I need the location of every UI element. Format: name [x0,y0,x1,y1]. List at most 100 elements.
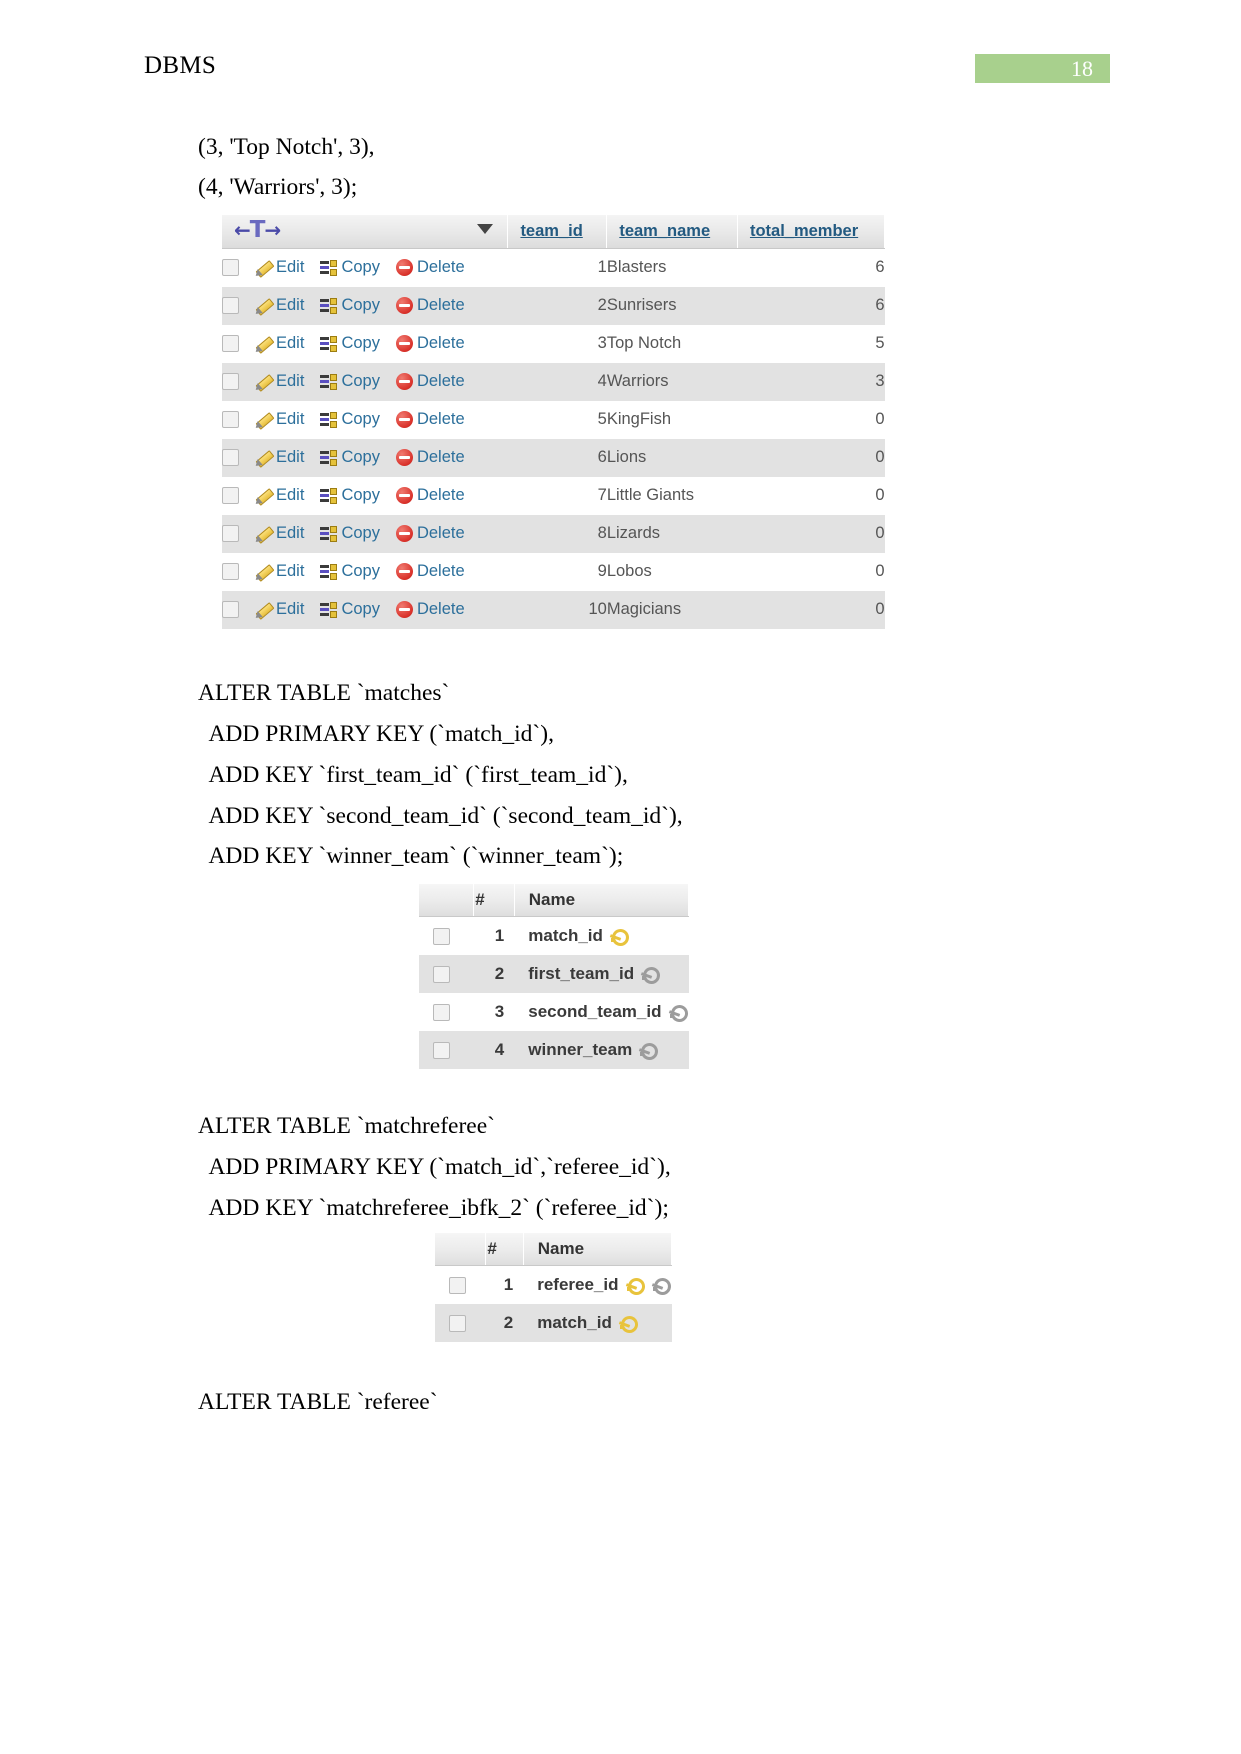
delete-button[interactable]: Delete [395,600,465,619]
row-checkbox[interactable] [433,1003,450,1021]
table-row[interactable]: 2 first_team_id [419,954,689,993]
copy-button[interactable]: Copy [320,486,380,505]
edit-button[interactable]: Edit [255,410,304,429]
column-header-team-id[interactable]: team_id [507,215,608,249]
copy-button-label[interactable]: Copy [341,258,380,276]
table-row[interactable]: Edit Copy Delete 7 Little Giants 0 [222,476,885,515]
row-checkbox[interactable] [222,373,239,391]
column-header-team-name-label[interactable]: team_name [619,222,710,240]
copy-button[interactable]: Copy [320,600,380,619]
delete-button[interactable]: Delete [395,562,465,581]
edit-button[interactable]: Edit [255,372,304,391]
delete-button-label[interactable]: Delete [417,524,465,542]
table-row[interactable]: Edit Copy Delete 8 Lizards 0 [222,514,885,553]
edit-button-label[interactable]: Edit [276,524,304,542]
column-header-total-member-label[interactable]: total_member [750,222,858,240]
table-row[interactable]: Edit Copy Delete 3 Top Notch 5 [222,324,885,363]
edit-button[interactable]: Edit [255,524,304,543]
delete-button[interactable]: Delete [395,372,465,391]
table-row[interactable]: Edit Copy Delete 1 Blasters 6 [222,248,885,287]
arrow-left-icon[interactable]: ← [234,218,251,242]
table-row[interactable]: 1 referee_id [435,1265,673,1304]
delete-button-label[interactable]: Delete [417,448,465,466]
row-checkbox[interactable] [222,449,239,467]
delete-button-label[interactable]: Delete [417,486,465,504]
copy-button-label[interactable]: Copy [341,600,380,618]
table-row[interactable]: Edit Copy Delete 4 Warriors 3 [222,362,885,401]
delete-button[interactable]: Delete [395,296,465,315]
edit-button[interactable]: Edit [255,600,304,619]
edit-button-label[interactable]: Edit [276,258,304,276]
delete-button[interactable]: Delete [395,410,465,429]
row-checkbox[interactable] [222,487,239,505]
row-checkbox[interactable] [449,1276,466,1294]
copy-button[interactable]: Copy [320,524,380,543]
row-checkbox[interactable] [433,965,450,983]
copy-button-label[interactable]: Copy [341,524,380,542]
delete-button-label[interactable]: Delete [417,334,465,352]
copy-button[interactable]: Copy [320,296,380,315]
copy-button-label[interactable]: Copy [341,486,380,504]
row-checkbox[interactable] [222,411,239,429]
edit-button[interactable]: Edit [255,296,304,315]
table-row[interactable]: Edit Copy Delete 5 KingFish 0 [222,400,885,439]
table-row[interactable]: 1 match_id [419,916,689,955]
edit-button-label[interactable]: Edit [276,486,304,504]
arrow-right-icon[interactable]: → [264,218,281,242]
teams-actions-header[interactable]: ←T→ [222,215,509,249]
copy-button-label[interactable]: Copy [341,562,380,580]
row-checkbox[interactable] [222,335,239,353]
delete-button-label[interactable]: Delete [417,258,465,276]
copy-button-label[interactable]: Copy [341,448,380,466]
table-row[interactable]: Edit Copy Delete 2 Sunrisers 6 [222,286,885,325]
edit-button[interactable]: Edit [255,486,304,505]
delete-button[interactable]: Delete [395,334,465,353]
copy-button[interactable]: Copy [320,372,380,391]
table-row[interactable]: 3 second_team_id [419,992,690,1031]
delete-button-label[interactable]: Delete [417,600,465,618]
delete-button-label[interactable]: Delete [417,562,465,580]
row-checkbox[interactable] [222,259,239,277]
copy-button-label[interactable]: Copy [341,410,380,428]
copy-button[interactable]: Copy [320,448,380,467]
nav-arrows-icon[interactable]: ←T→ [234,217,281,243]
edit-button-label[interactable]: Edit [276,372,304,390]
row-checkbox[interactable] [433,927,450,945]
row-checkbox[interactable] [449,1314,466,1332]
delete-button-label[interactable]: Delete [417,410,465,428]
copy-button-label[interactable]: Copy [341,372,380,390]
edit-button[interactable]: Edit [255,334,304,353]
edit-button-label[interactable]: Edit [276,600,304,618]
copy-button[interactable]: Copy [320,410,380,429]
edit-button[interactable]: Edit [255,448,304,467]
row-checkbox[interactable] [222,525,239,543]
copy-button[interactable]: Copy [320,562,380,581]
edit-button[interactable]: Edit [255,258,304,277]
table-row[interactable]: 2 match_id [435,1303,672,1342]
delete-button-label[interactable]: Delete [417,296,465,314]
copy-button[interactable]: Copy [320,258,380,277]
edit-button-label[interactable]: Edit [276,334,304,352]
row-checkbox[interactable] [222,563,239,581]
delete-button[interactable]: Delete [395,486,465,505]
table-row[interactable]: 4 winner_team [419,1030,689,1069]
edit-button-label[interactable]: Edit [276,410,304,428]
delete-button[interactable]: Delete [395,524,465,543]
delete-button[interactable]: Delete [395,448,465,467]
tee-icon[interactable]: T [250,217,266,243]
copy-button[interactable]: Copy [320,334,380,353]
row-checkbox[interactable] [222,297,239,315]
copy-button-label[interactable]: Copy [341,296,380,314]
edit-button[interactable]: Edit [255,562,304,581]
edit-button-label[interactable]: Edit [276,562,304,580]
column-header-total-member[interactable]: total_member [737,215,886,249]
chevron-down-icon[interactable] [477,224,494,234]
column-header-team-name[interactable]: team_name [606,215,738,249]
table-row[interactable]: Edit Copy Delete 9 Lobos 0 [222,552,885,591]
column-header-team-id-label[interactable]: team_id [520,222,582,240]
edit-button-label[interactable]: Edit [276,448,304,466]
table-row[interactable]: Edit Copy Delete 10 Magicians 0 [222,590,885,629]
delete-button-label[interactable]: Delete [417,372,465,390]
row-checkbox[interactable] [222,601,239,619]
edit-button-label[interactable]: Edit [276,296,304,314]
